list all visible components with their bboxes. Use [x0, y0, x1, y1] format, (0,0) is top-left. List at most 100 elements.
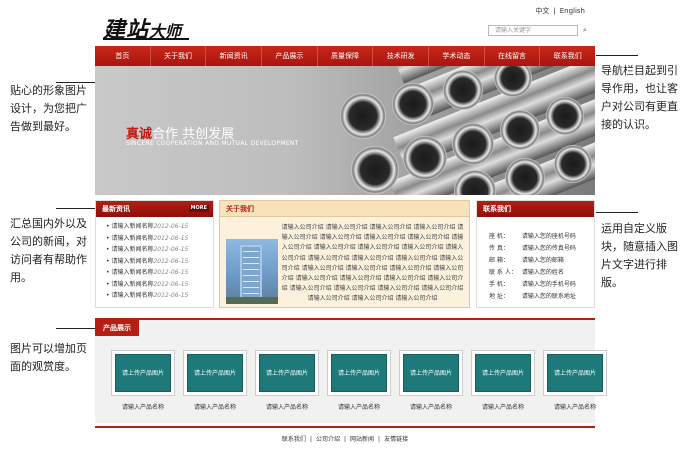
contact-row: 邮 箱： 请输入您的邮箱: [489, 255, 576, 267]
news-item[interactable]: • 请输入新闻名称2012-06-15: [106, 290, 213, 302]
product-card[interactable]: 请上传产品图片请输入产品名称: [183, 350, 247, 411]
footer-link[interactable]: 友情链接: [384, 436, 408, 443]
product-image-placeholder: 请上传产品图片: [115, 354, 171, 392]
news-item[interactable]: • 请输入新闻名称2012-06-15: [106, 279, 213, 291]
product-name[interactable]: 请输入产品名称: [543, 402, 607, 411]
news-title-text: 最新资讯: [102, 205, 130, 213]
news-item-title: 请输入新闻名称: [111, 269, 154, 276]
product-name[interactable]: 请输入产品名称: [255, 402, 319, 411]
news-item-date: 2012-06-15: [153, 223, 189, 230]
product-image[interactable]: 请上传产品图片: [255, 350, 319, 396]
news-box: 最新资讯 MORE • 请输入新闻名称2012-06-15 • 请输入新闻名称201…: [95, 200, 214, 308]
news-item-date: 2012-06-15: [153, 246, 189, 253]
contact-table: 座 机： 请输入您的座机号码传 真： 请输入您的传真号码邮 箱： 请输入您的邮箱联 系…: [489, 231, 576, 303]
footer-link[interactable]: 公司介绍: [316, 436, 340, 443]
news-item[interactable]: • 请输入新闻名称2012-06-15: [106, 233, 213, 245]
contact-value: 请输入您的手机号码: [521, 281, 576, 288]
site-logo[interactable]: 建站大师: [103, 12, 189, 44]
about-text: 请输入公司介绍 请输入公司介绍 请输入公司介绍 请输入公司介绍 请输入公司介绍 …: [281, 224, 464, 303]
contact-box: 联系我们 座 机： 请输入您的座机号码传 真： 请输入您的传真号码邮 箱： 请输入您的…: [476, 200, 595, 308]
contact-label: 邮 箱：: [489, 257, 509, 264]
contact-label: 传 真：: [489, 245, 509, 252]
product-card[interactable]: 请上传产品图片请输入产品名称: [255, 350, 319, 411]
news-item-title: 请输入新闻名称: [111, 280, 154, 288]
search-icon[interactable]: ⌕: [579, 25, 591, 36]
about-box: 关于我们 请输入公司介绍 请输入公司介绍 请输入公司介绍 请输入公司介绍 请输入…: [219, 200, 470, 308]
product-name[interactable]: 请输入产品名称: [399, 402, 463, 411]
product-name[interactable]: 请输入产品名称: [111, 402, 175, 411]
product-name[interactable]: 请输入产品名称: [183, 402, 247, 411]
contact-label: 地 址：: [489, 293, 509, 300]
news-item-date: 2012-06-15: [153, 257, 189, 265]
search-input[interactable]: 请输入关键字: [488, 25, 578, 36]
product-image-placeholder: 请上传产品图片: [403, 354, 459, 392]
annotation-custom: 运用自定义版块，随意插入图片文字进行排版。: [601, 222, 678, 289]
contact-value: 请输入您的姓名: [521, 269, 564, 276]
product-name[interactable]: 请输入产品名称: [327, 402, 391, 411]
nav-item[interactable]: 技术研发: [373, 46, 430, 66]
news-item-date: 2012-06-15: [153, 269, 189, 276]
products-section: 产品展示 请上传产品图片 请输入产品名称 请上传产品图片 请输入产品名称 请上传产品图片…: [95, 318, 607, 423]
product-image[interactable]: 请上传产品图片: [543, 350, 607, 396]
contact-box-title: 联系我们: [477, 201, 594, 217]
annotation-line: [56, 208, 95, 209]
banner-subtitle: SINCERE COOPERATION AND MUTUAL DEVELOPME…: [126, 140, 299, 147]
nav-item[interactable]: 联系我们: [540, 46, 595, 66]
footer-separator: |: [343, 436, 347, 443]
nav-item[interactable]: 新闻资讯: [206, 46, 263, 66]
building-illustration: [226, 245, 278, 304]
footer-links: 联系我们 | 公司介绍 | 网站新闻 | 友情链接: [95, 434, 595, 443]
nav-item[interactable]: 首页: [95, 46, 151, 66]
contact-value: 请输入您的邮箱: [521, 257, 564, 264]
product-image[interactable]: 请上传产品图片: [327, 350, 391, 396]
news-item[interactable]: • 请输入新闻名称2012-06-15: [106, 267, 213, 279]
product-image[interactable]: 请上传产品图片: [399, 350, 463, 396]
news-item[interactable]: • 请输入新闻名称2012-06-15: [106, 244, 213, 256]
footer-divider: [95, 426, 595, 428]
product-list: 请上传产品图片 请输入产品名称 请上传产品图片 请输入产品名称 请上传产品图片 请输入产品…: [111, 350, 607, 411]
product-image-placeholder: 请上传产品图片: [331, 354, 387, 392]
nav-item[interactable]: 学术动态: [429, 46, 485, 66]
logo-underline: [103, 38, 189, 40]
more-button[interactable]: MORE: [188, 205, 209, 212]
contact-label: 座 机：: [489, 233, 509, 240]
product-card[interactable]: 请上传产品图片请输入产品名称: [543, 350, 607, 411]
news-item-date: 2012-06-15: [153, 280, 189, 288]
news-item-title: 请输入新闻名称: [111, 246, 154, 253]
contact-value: 请输入您的传真号码: [521, 245, 576, 252]
news-box-title: 最新资讯 MORE: [96, 201, 213, 217]
contact-label: 手 机：: [489, 281, 509, 288]
news-item[interactable]: • 请输入新闻名称2012-06-15: [106, 256, 213, 268]
annotation-news: 汇总国内外以及公司的新闻，对访问者有帮助作用。: [10, 217, 87, 284]
product-card[interactable]: 请上传产品图片请输入产品名称: [471, 350, 535, 411]
lang-cn-link[interactable]: 中文: [535, 7, 549, 15]
contact-row: 传 真： 请输入您的传真号码: [489, 243, 576, 255]
contact-value: 请输入您的座机号码: [521, 233, 576, 240]
product-card[interactable]: 请上传产品图片请输入产品名称: [399, 350, 463, 411]
nav-item[interactable]: 质量保障: [318, 46, 374, 66]
nav-item[interactable]: 产品展示: [262, 46, 318, 66]
product-card[interactable]: 请上传产品图片请输入产品名称: [327, 350, 391, 411]
product-card[interactable]: 请上传产品图片请输入产品名称: [111, 350, 175, 411]
footer-link[interactable]: 网站新闻: [350, 436, 374, 443]
contact-row: 座 机： 请输入您的座机号码: [489, 231, 576, 243]
news-item[interactable]: • 请输入新闻名称2012-06-15: [106, 221, 213, 233]
contact-value: 请输入您的联系地址: [521, 293, 576, 300]
news-item-title: 请输入新闻名称: [111, 234, 154, 242]
product-image[interactable]: 请上传产品图片: [183, 350, 247, 396]
news-item-title: 请输入新闻名称: [111, 292, 154, 299]
product-name[interactable]: 请输入产品名称: [471, 402, 535, 411]
website-mockup: 建站大师 中文 | English 请输入关键字 ⌕ 首页 关于我们 新闻资讯 产品展示质…: [95, 0, 607, 451]
nav-item[interactable]: 关于我们: [151, 46, 207, 66]
product-image[interactable]: 请上传产品图片: [471, 350, 535, 396]
nav-item[interactable]: 在线留言: [485, 46, 541, 66]
product-image[interactable]: 请上传产品图片: [111, 350, 175, 396]
annotation-line: [596, 55, 638, 56]
footer-link[interactable]: 联系我们: [282, 436, 306, 443]
lang-en-link[interactable]: English: [560, 7, 585, 15]
contact-row: 联 系 人： 请输入您的姓名: [489, 267, 576, 279]
annotation-products: 图片可以增加页面的观赏度。: [10, 342, 87, 373]
building-image: [226, 239, 278, 304]
contact-row: 地 址： 请输入您的联系地址: [489, 291, 576, 303]
hero-banner: 真诚合作 共创发展 SINCERE COOPERATION AND MUTUAL…: [95, 66, 595, 195]
